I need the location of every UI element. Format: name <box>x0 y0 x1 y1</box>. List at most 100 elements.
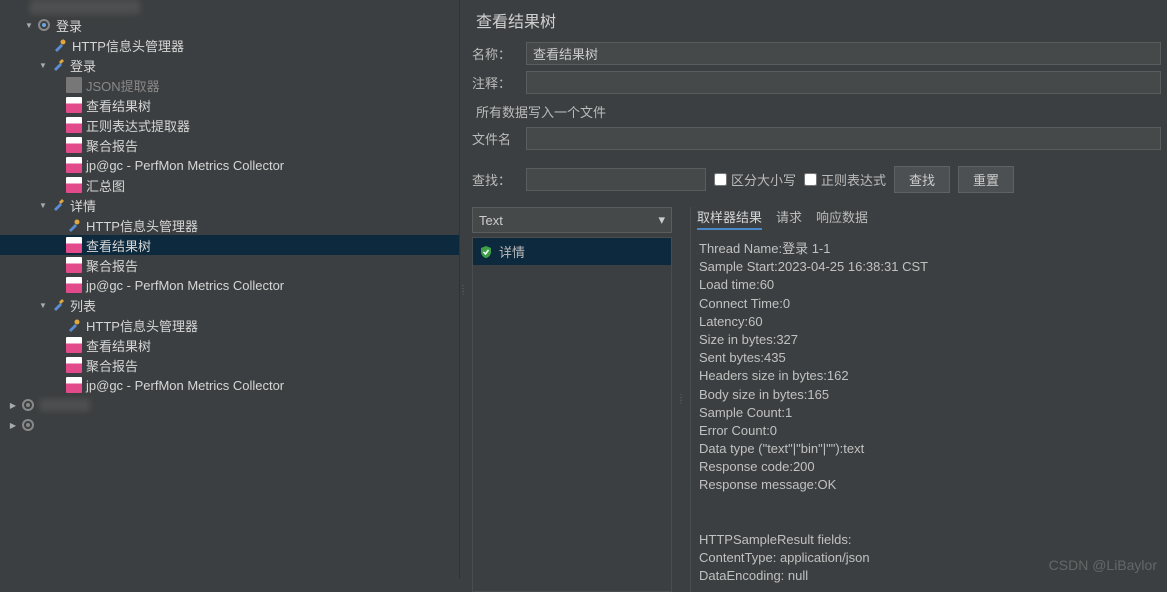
tree-label: 查看结果树 <box>86 96 151 115</box>
tree-item-http-header[interactable]: HTTP信息头管理器 <box>0 35 459 55</box>
tree-item-login-root[interactable]: ▼ 登录 <box>0 15 459 35</box>
tree-item-http-header[interactable]: HTTP信息头管理器 <box>0 215 459 235</box>
thread-group-icon <box>36 17 52 33</box>
comment-input[interactable] <box>526 71 1161 94</box>
sampler-icon <box>50 57 66 73</box>
tree-item-summary[interactable]: 汇总图 <box>0 175 459 195</box>
listener-icon <box>66 177 82 193</box>
tab-request[interactable]: 请求 <box>776 207 802 230</box>
redacted-label <box>40 399 90 411</box>
tab-response[interactable]: 响应数据 <box>816 207 868 230</box>
result-detail-column: 取样器结果 请求 响应数据 Thread Name:登录 1-1Sample S… <box>690 207 1161 592</box>
regex-checkbox-input[interactable] <box>804 173 817 186</box>
case-checkbox-input[interactable] <box>714 173 727 186</box>
tree-item-detail-sampler[interactable]: ▼ 详情 <box>0 195 459 215</box>
tree-item-results-tree-selected[interactable]: 查看结果树 <box>0 235 459 255</box>
samples-tree[interactable]: 详情 <box>472 237 672 592</box>
toggle-icon[interactable]: ▼ <box>36 58 50 72</box>
tree-label: 列表 <box>70 296 96 315</box>
chevron-down-icon: ▾ <box>658 212 665 228</box>
tree-label: 登录 <box>56 16 82 35</box>
tree-item-list-sampler[interactable]: ▼ 列表 <box>0 295 459 315</box>
comment-row: 注释： <box>472 71 1161 94</box>
toggle-icon[interactable]: ▼ <box>22 18 36 32</box>
listener-icon <box>66 97 82 113</box>
dropdown-value: Text <box>479 213 503 228</box>
tree-item-login-sampler[interactable]: ▼ 登录 <box>0 55 459 75</box>
search-row: 查找： 区分大小写 正则表达式 查找 重置 <box>472 166 1161 193</box>
tree-panel: ▼ 登录 HTTP信息头管理器 ▼ 登录 JSON提取器 查看结果树 正则表 <box>0 0 460 579</box>
case-label: 区分大小写 <box>731 170 796 189</box>
inner-splitter[interactable]: ⋮⋮ <box>678 207 684 592</box>
case-sensitive-checkbox[interactable]: 区分大小写 <box>714 170 796 189</box>
listener-icon <box>66 137 82 153</box>
filename-input[interactable] <box>526 127 1161 150</box>
config-icon <box>52 37 68 53</box>
gear-icon <box>20 397 36 413</box>
sampler-result-text[interactable]: Thread Name:登录 1-1Sample Start:2023-04-2… <box>697 234 1161 592</box>
tree-item-http-header[interactable]: HTTP信息头管理器 <box>0 315 459 335</box>
tree-item-perfmon[interactable]: jp@gc - PerfMon Metrics Collector <box>0 375 459 395</box>
config-icon <box>66 217 82 233</box>
tree-item-collapsed[interactable]: ▶ <box>0 415 459 435</box>
tree-label: 详情 <box>70 196 96 215</box>
toggle-icon[interactable]: ▼ <box>36 298 50 312</box>
tree-item-results-tree[interactable]: 查看结果树 <box>0 95 459 115</box>
tree-label: 查看结果树 <box>86 236 151 255</box>
tree-item-perfmon[interactable]: jp@gc - PerfMon Metrics Collector <box>0 155 459 175</box>
panel-title: 查看结果树 <box>472 4 1161 42</box>
tree-item-perfmon[interactable]: jp@gc - PerfMon Metrics Collector <box>0 275 459 295</box>
tree-item-aggregate[interactable]: 聚合报告 <box>0 255 459 275</box>
tree-label: HTTP信息头管理器 <box>86 216 198 235</box>
tree-label: 登录 <box>70 56 96 75</box>
tree-label: 正则表达式提取器 <box>86 116 190 135</box>
tree-label: jp@gc - PerfMon Metrics Collector <box>86 378 284 393</box>
tree-label: 聚合报告 <box>86 256 138 275</box>
search-button[interactable]: 查找 <box>894 166 950 193</box>
render-dropdown[interactable]: Text ▾ <box>472 207 672 233</box>
filename-row: 文件名 <box>472 127 1161 150</box>
tree-item-aggregate[interactable]: 聚合报告 <box>0 135 459 155</box>
filename-label: 文件名 <box>472 129 518 148</box>
tree-item-aggregate[interactable]: 聚合报告 <box>0 355 459 375</box>
listener-icon <box>66 357 82 373</box>
samples-column: Text ▾ 详情 <box>472 207 672 592</box>
tree-item-regex-extractor[interactable]: 正则表达式提取器 <box>0 115 459 135</box>
comment-label: 注释： <box>472 73 518 92</box>
redacted-area <box>30 0 140 14</box>
regex-label: 正则表达式 <box>821 170 886 189</box>
tree-label: 聚合报告 <box>86 356 138 375</box>
success-shield-icon <box>479 245 493 259</box>
tree-label: jp@gc - PerfMon Metrics Collector <box>86 158 284 173</box>
tree-label: 查看结果树 <box>86 336 151 355</box>
listener-icon <box>66 337 82 353</box>
regex-checkbox[interactable]: 正则表达式 <box>804 170 886 189</box>
toggle-icon[interactable]: ▶ <box>6 418 20 432</box>
gear-icon <box>20 417 36 433</box>
tree-label: JSON提取器 <box>86 76 160 95</box>
reset-button[interactable]: 重置 <box>958 166 1014 193</box>
listener-icon <box>66 117 82 133</box>
listener-icon <box>66 257 82 273</box>
tree-item-collapsed[interactable]: ▶ <box>0 395 459 415</box>
result-tabs: 取样器结果 请求 响应数据 <box>697 207 1161 234</box>
tree-item-results-tree[interactable]: 查看结果树 <box>0 335 459 355</box>
listener-icon <box>66 237 82 253</box>
name-input[interactable] <box>526 42 1161 65</box>
toggle-icon[interactable]: ▼ <box>36 198 50 212</box>
config-icon <box>66 317 82 333</box>
sampler-icon <box>50 297 66 313</box>
search-label: 查找： <box>472 170 518 189</box>
name-row: 名称： <box>472 42 1161 65</box>
splitter-grip-icon: ⋮⋮ <box>677 396 685 402</box>
listener-icon <box>66 157 82 173</box>
sample-item[interactable]: 详情 <box>473 238 671 265</box>
tab-sampler-result[interactable]: 取样器结果 <box>697 207 762 230</box>
sampler-icon <box>50 197 66 213</box>
listener-icon <box>66 277 82 293</box>
extractor-icon <box>66 77 82 93</box>
search-input[interactable] <box>526 168 706 191</box>
tree-item-json-extractor[interactable]: JSON提取器 <box>0 75 459 95</box>
name-label: 名称： <box>472 44 518 63</box>
toggle-icon[interactable]: ▶ <box>6 398 20 412</box>
